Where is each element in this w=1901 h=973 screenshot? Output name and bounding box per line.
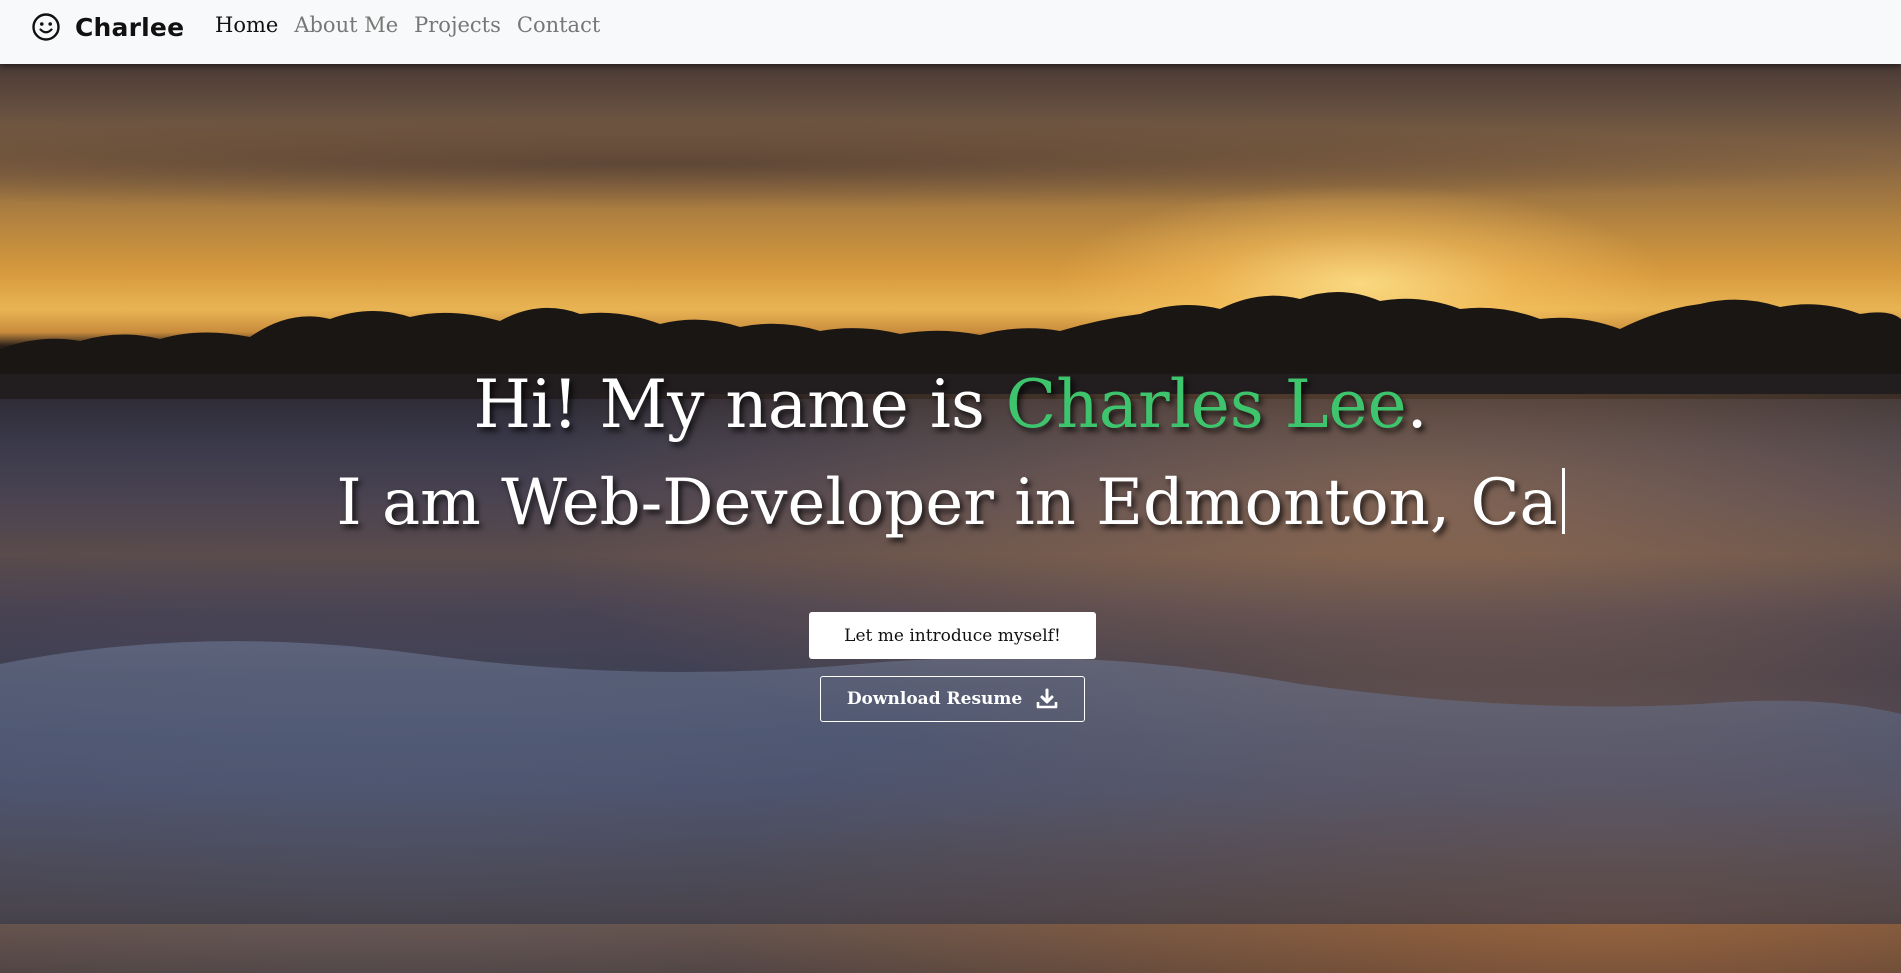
typed-tagline-text: I am Web-Developer in Edmonton, Ca bbox=[336, 466, 1558, 540]
greeting-prefix: Hi! My name is bbox=[473, 366, 1006, 443]
nav-links: Home About Me Projects Contact bbox=[215, 13, 616, 37]
brand-link[interactable]: Charlee bbox=[31, 10, 184, 44]
introduce-myself-label: Let me introduce myself! bbox=[844, 625, 1061, 646]
hero-content: Hi! My name is Charles Lee. I am Web-Dev… bbox=[0, 64, 1901, 973]
highlighted-name: Charles Lee bbox=[1005, 366, 1407, 443]
nav-link-home[interactable]: Home bbox=[215, 13, 278, 37]
nav-link-contact[interactable]: Contact bbox=[517, 13, 600, 37]
brand-name: Charlee bbox=[75, 12, 185, 42]
nav-link-about-me[interactable]: About Me bbox=[294, 13, 398, 37]
hero-greeting: Hi! My name is Charles Lee. bbox=[0, 366, 1901, 443]
introduce-myself-button[interactable]: Let me introduce myself! bbox=[809, 612, 1096, 659]
hero-section: Hi! My name is Charles Lee. I am Web-Dev… bbox=[0, 64, 1901, 973]
smiley-face-icon bbox=[32, 13, 60, 41]
download-icon bbox=[1036, 688, 1058, 709]
typed-tagline: I am Web-Developer in Edmonton, Ca bbox=[0, 466, 1901, 540]
typing-cursor bbox=[1561, 468, 1565, 534]
download-resume-button[interactable]: Download Resume bbox=[820, 676, 1085, 722]
download-resume-label: Download Resume bbox=[846, 689, 1023, 709]
greeting-suffix: . bbox=[1406, 366, 1428, 443]
top-navbar: Charlee Home About Me Projects Contact bbox=[0, 0, 1901, 64]
nav-link-projects[interactable]: Projects bbox=[414, 13, 501, 37]
